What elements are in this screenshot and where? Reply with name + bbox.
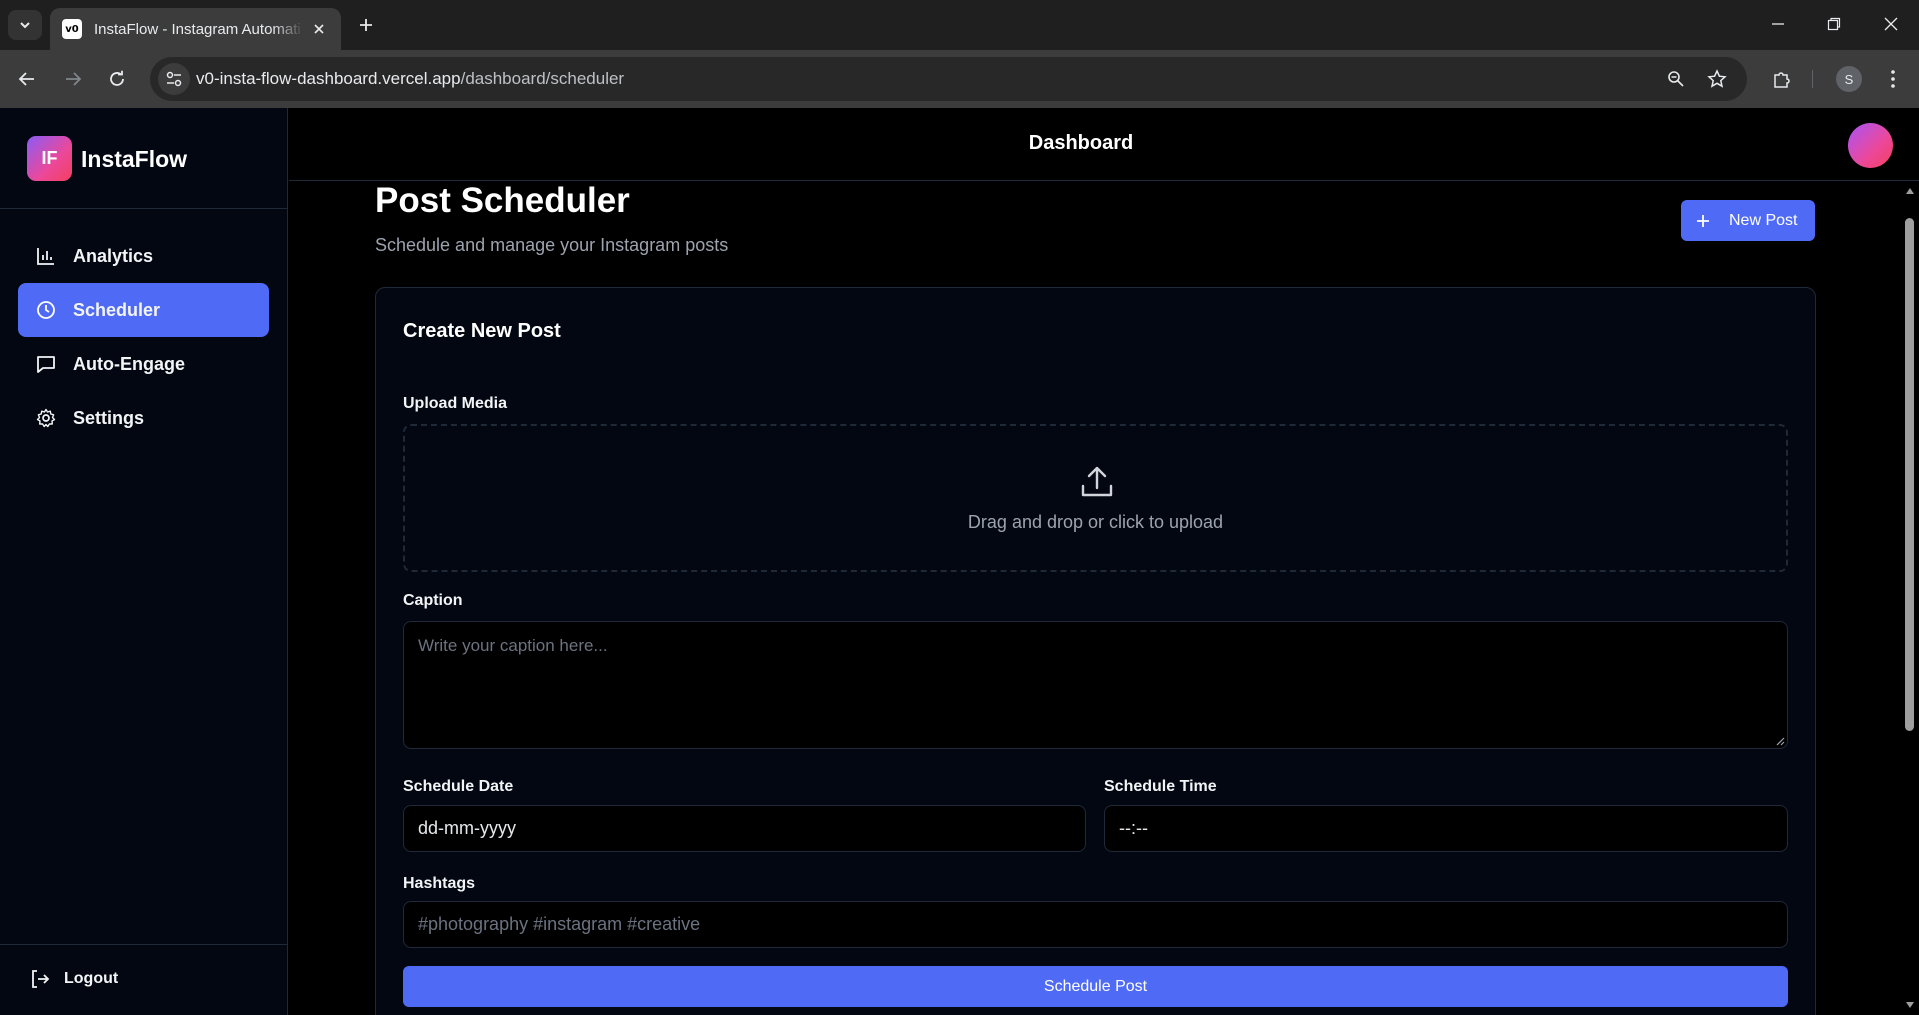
sidebar: IF InstaFlow Analytics Scheduler Auto-En… xyxy=(0,108,288,1015)
resize-handle-icon[interactable] xyxy=(1775,736,1785,746)
kebab-menu-icon xyxy=(1891,70,1895,88)
page-subtitle: Schedule and manage your Instagram posts xyxy=(375,235,729,255)
close-window-button[interactable] xyxy=(1879,12,1903,36)
sidebar-item-label: Scheduler xyxy=(73,299,161,320)
clock-icon xyxy=(35,299,57,321)
plus-icon xyxy=(360,19,372,31)
close-icon xyxy=(1884,17,1898,31)
sidebar-nav: Analytics Scheduler Auto-Engage Settings xyxy=(18,229,269,445)
extensions-button[interactable] xyxy=(1769,66,1795,92)
page-scrollbar[interactable] xyxy=(1900,181,1919,1015)
top-header: Dashboard xyxy=(289,108,1919,181)
new-post-label: New Post xyxy=(1729,211,1798,229)
message-square-icon xyxy=(35,353,57,375)
bar-chart-icon xyxy=(35,245,57,267)
sidebar-item-auto-engage[interactable]: Auto-Engage xyxy=(18,337,269,391)
site-info-button[interactable] xyxy=(158,63,190,95)
logout-icon xyxy=(32,970,50,988)
arrow-left-icon xyxy=(18,72,34,86)
reload-icon xyxy=(110,70,124,86)
schedule-time-label: Schedule Time xyxy=(1104,778,1217,795)
browser-tab-bar: v0 InstaFlow - Instagram Automati xyxy=(0,0,1919,50)
restore-button[interactable] xyxy=(1822,12,1846,36)
caption-label: Caption xyxy=(403,592,463,609)
plus-icon xyxy=(1695,213,1711,229)
tune-icon xyxy=(166,71,182,87)
upload-hint: Drag and drop or click to upload xyxy=(967,512,1224,532)
address-bar[interactable]: v0-insta-flow-dashboard.vercel.app/dashb… xyxy=(150,57,1747,101)
upload-media-label: Upload Media xyxy=(403,395,508,412)
zoom-icon xyxy=(1668,71,1684,87)
brand: IF InstaFlow xyxy=(0,108,287,209)
close-icon xyxy=(314,24,324,34)
create-post-card: Create New Post Upload Media Drag and dr… xyxy=(375,287,1816,1015)
schedule-date-input[interactable]: dd-mm-yyyy xyxy=(403,805,1086,852)
url-text: v0-insta-flow-dashboard.vercel.app/dashb… xyxy=(196,69,624,89)
forward-button[interactable] xyxy=(60,66,86,92)
brand-name: InstaFlow xyxy=(81,146,188,172)
sidebar-footer: Logout xyxy=(0,944,287,1015)
new-tab-button[interactable] xyxy=(354,13,378,37)
brand-logo: IF xyxy=(27,136,72,181)
puzzle-icon xyxy=(1774,72,1790,88)
sidebar-item-label: Settings xyxy=(73,407,145,428)
arrow-right-icon xyxy=(66,72,82,86)
scroll-up-arrow-icon[interactable] xyxy=(1904,185,1915,196)
card-title: Create New Post xyxy=(403,320,561,342)
reload-button[interactable] xyxy=(104,66,130,92)
schedule-post-button[interactable]: Schedule Post xyxy=(403,966,1788,1007)
upload-icon xyxy=(1081,466,1113,497)
header-title: Dashboard xyxy=(1028,132,1134,154)
hashtags-input[interactable]: #photography #instagram #creative xyxy=(403,901,1788,948)
toolbar-separator xyxy=(1812,70,1813,88)
back-button[interactable] xyxy=(14,66,40,92)
sidebar-item-analytics[interactable]: Analytics xyxy=(18,229,269,283)
user-avatar[interactable] xyxy=(1848,123,1893,168)
logout-button[interactable]: Logout xyxy=(30,969,118,989)
scroll-down-arrow-icon[interactable] xyxy=(1904,999,1915,1010)
main-content: Post Scheduler Schedule and manage your … xyxy=(289,181,1900,1015)
scrollbar-thumb[interactable] xyxy=(1905,218,1914,731)
tab-favicon: v0 xyxy=(62,19,82,39)
schedule-date-label: Schedule Date xyxy=(403,778,514,795)
new-post-button[interactable]: New Post xyxy=(1681,200,1815,241)
chevron-down-icon xyxy=(20,22,30,29)
upload-dropzone[interactable]: Drag and drop or click to upload xyxy=(403,424,1788,572)
zoom-button[interactable] xyxy=(1665,68,1687,90)
tab-title: InstaFlow - Instagram Automati xyxy=(94,20,301,38)
logout-label: Logout xyxy=(64,970,119,987)
tab-search-button[interactable] xyxy=(8,10,42,40)
minimize-button[interactable] xyxy=(1766,12,1790,36)
url-domain: v0-insta-flow-dashboard.vercel.app xyxy=(196,69,461,88)
sidebar-item-label: Auto-Engage xyxy=(73,353,185,374)
url-path: /dashboard/scheduler xyxy=(460,69,625,88)
page-title: Post Scheduler xyxy=(375,181,630,220)
gear-icon xyxy=(35,407,57,429)
caption-textarea[interactable]: Write your caption here... xyxy=(403,621,1788,749)
restore-icon xyxy=(1827,17,1841,31)
bookmark-button[interactable] xyxy=(1706,68,1728,90)
caption-placeholder: Write your caption here... xyxy=(418,636,608,655)
browser-toolbar: v0-insta-flow-dashboard.vercel.app/dashb… xyxy=(0,50,1919,108)
browser-tab-active[interactable]: v0 InstaFlow - Instagram Automati xyxy=(50,8,341,50)
sidebar-item-label: Analytics xyxy=(73,245,154,266)
hashtags-label: Hashtags xyxy=(403,875,476,892)
star-icon xyxy=(1707,69,1727,88)
browser-menu-button[interactable] xyxy=(1880,66,1906,92)
app-root: IF InstaFlow Analytics Scheduler Auto-En… xyxy=(0,108,1919,1015)
schedule-time-input[interactable]: --:-- xyxy=(1104,805,1788,852)
tab-close-button[interactable] xyxy=(309,19,329,39)
minimize-icon xyxy=(1772,23,1784,25)
sidebar-item-settings[interactable]: Settings xyxy=(18,391,269,445)
profile-avatar[interactable]: S xyxy=(1836,66,1862,92)
sidebar-item-scheduler[interactable]: Scheduler xyxy=(18,283,269,337)
